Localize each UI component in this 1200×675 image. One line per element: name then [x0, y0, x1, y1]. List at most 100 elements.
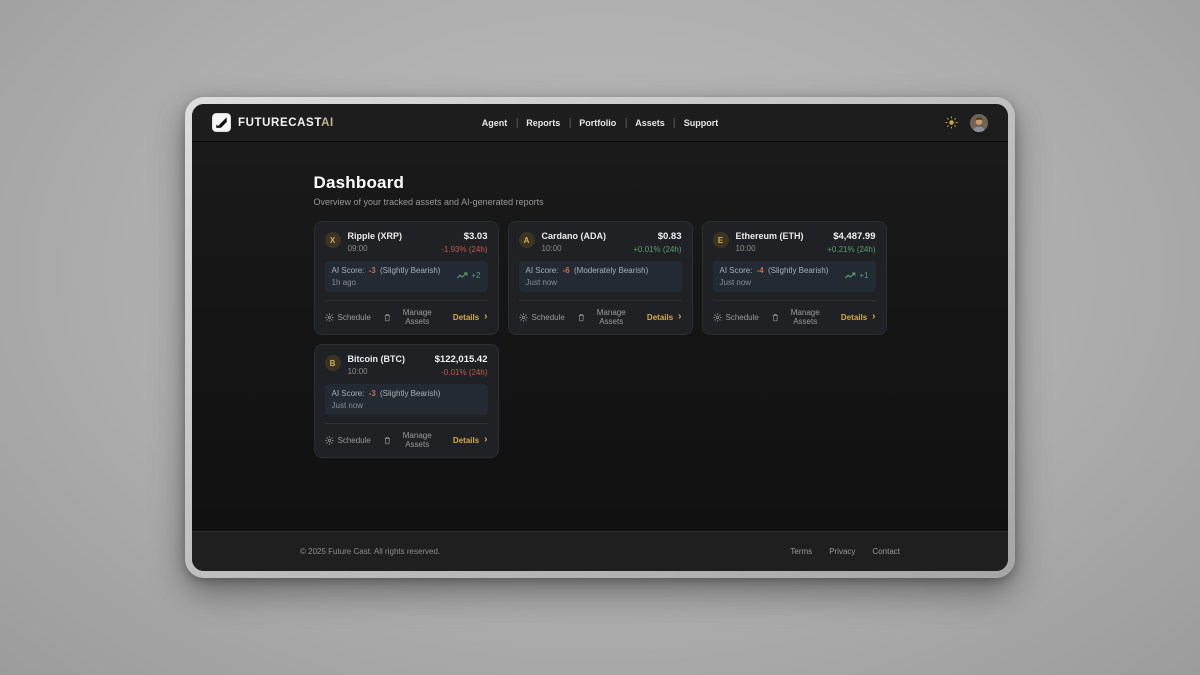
footer-link-terms[interactable]: Terms: [790, 547, 812, 556]
asset-name: Cardano (ADA): [542, 231, 607, 241]
asset-time: 10:00: [348, 367, 406, 376]
asset-card-ethereum: E Ethereum (ETH) 10:00 $4,487.99 +0.21% …: [702, 221, 887, 335]
manage-assets-button[interactable]: Manage Assets: [578, 308, 634, 326]
ai-score-panel: AI Score: -3 (Slightly Bearish) 1h ago +…: [325, 261, 488, 292]
nav-item-agent[interactable]: Agent: [482, 118, 508, 128]
trend-indicator: +2: [457, 266, 480, 280]
trash-icon: [384, 313, 391, 322]
asset-change: -1.93% (24h): [441, 245, 487, 254]
ai-updated: 1h ago: [332, 278, 441, 287]
asset-symbol-badge: B: [325, 355, 341, 371]
asset-time: 10:00: [542, 244, 607, 253]
ai-score-value: -3: [369, 266, 376, 275]
card-actions: Schedule Manage Assets Details›: [325, 423, 488, 449]
asset-symbol-badge: X: [325, 232, 341, 248]
page-title: Dashboard: [314, 173, 887, 193]
chevron-right-icon: ›: [872, 313, 875, 321]
ai-updated: Just now: [526, 278, 649, 287]
nav-item-assets[interactable]: Assets: [635, 118, 665, 128]
asset-change: +0.21% (24h): [827, 245, 875, 254]
user-avatar[interactable]: [970, 114, 988, 132]
ai-sentiment: (Slightly Bearish): [768, 266, 828, 275]
details-button[interactable]: Details›: [841, 313, 876, 322]
ai-sentiment: (Moderately Bearish): [574, 266, 648, 275]
asset-price: $122,015.42: [435, 354, 488, 365]
card-actions: Schedule Manage Assets Details›: [519, 300, 682, 326]
details-button[interactable]: Details›: [453, 436, 488, 445]
ai-updated: Just now: [720, 278, 829, 287]
footer-link-privacy[interactable]: Privacy: [829, 547, 855, 556]
asset-name: Ethereum (ETH): [736, 231, 804, 241]
ai-score-value: -3: [369, 389, 376, 398]
ai-sentiment: (Slightly Bearish): [380, 389, 440, 398]
card-actions: Schedule Manage Assets Details›: [325, 300, 488, 326]
trend-indicator: +1: [845, 266, 868, 280]
ai-sentiment: (Slightly Bearish): [380, 266, 440, 275]
manage-assets-button[interactable]: Manage Assets: [384, 431, 440, 449]
main-content: Dashboard Overview of your tracked asset…: [192, 142, 1008, 531]
manage-assets-button[interactable]: Manage Assets: [384, 308, 440, 326]
top-navbar: FUTURECASTAI Agent Reports Portfolio Ass…: [192, 104, 1008, 142]
chevron-right-icon: ›: [484, 436, 487, 444]
brand[interactable]: FUTURECASTAI: [212, 113, 334, 132]
gear-icon: [519, 313, 528, 322]
page-subtitle: Overview of your tracked assets and AI-g…: [314, 197, 887, 207]
nav-separator: [516, 118, 517, 128]
asset-price: $3.03: [441, 231, 487, 242]
chevron-right-icon: ›: [484, 313, 487, 321]
navbar-right-group: [944, 114, 988, 132]
device-frame: FUTURECASTAI Agent Reports Portfolio Ass…: [185, 97, 1015, 578]
gear-icon: [325, 436, 334, 445]
footer: © 2025 Future Cast. All rights reserved.…: [192, 531, 1008, 571]
asset-symbol-badge: A: [519, 232, 535, 248]
nav-item-portfolio[interactable]: Portfolio: [579, 118, 616, 128]
asset-time: 10:00: [736, 244, 804, 253]
trash-icon: [772, 313, 779, 322]
asset-symbol-badge: E: [713, 232, 729, 248]
ai-updated: Just now: [332, 401, 441, 410]
schedule-button[interactable]: Schedule: [519, 313, 565, 322]
copyright-text: © 2025 Future Cast. All rights reserved.: [300, 547, 440, 556]
ai-score-value: -4: [757, 266, 764, 275]
ai-score-panel: AI Score: -4 (Slightly Bearish) Just now…: [713, 261, 876, 292]
gear-icon: [325, 313, 334, 322]
schedule-button[interactable]: Schedule: [713, 313, 759, 322]
brand-name: FUTURECASTAI: [238, 117, 334, 129]
asset-name: Ripple (XRP): [348, 231, 403, 241]
ai-score-panel: AI Score: -3 (Slightly Bearish) Just now: [325, 384, 488, 415]
gear-icon: [713, 313, 722, 322]
trending-up-icon: [845, 272, 856, 280]
main-nav: Agent Reports Portfolio Assets Support: [482, 104, 719, 141]
asset-price: $0.83: [633, 231, 681, 242]
trash-icon: [384, 436, 391, 445]
footer-link-contact[interactable]: Contact: [872, 547, 900, 556]
brand-logo-icon: [212, 113, 231, 132]
asset-change: +0.01% (24h): [633, 245, 681, 254]
details-button[interactable]: Details›: [647, 313, 682, 322]
manage-assets-button[interactable]: Manage Assets: [772, 308, 828, 326]
ai-score-panel: AI Score: -6 (Moderately Bearish) Just n…: [519, 261, 682, 292]
asset-card-grid: X Ripple (XRP) 09:00 $3.03 -1.93% (24h) …: [314, 221, 887, 458]
trash-icon: [578, 313, 585, 322]
asset-card-ripple: X Ripple (XRP) 09:00 $3.03 -1.93% (24h) …: [314, 221, 499, 335]
details-button[interactable]: Details›: [453, 313, 488, 322]
schedule-button[interactable]: Schedule: [325, 313, 371, 322]
asset-price: $4,487.99: [827, 231, 875, 242]
nav-separator: [674, 118, 675, 128]
schedule-button[interactable]: Schedule: [325, 436, 371, 445]
chevron-right-icon: ›: [678, 313, 681, 321]
asset-change: -0.01% (24h): [435, 368, 488, 377]
asset-time: 09:00: [348, 244, 403, 253]
footer-links: Terms Privacy Contact: [790, 547, 900, 556]
theme-toggle-sun-icon[interactable]: [944, 116, 958, 130]
nav-separator: [625, 118, 626, 128]
asset-card-bitcoin: B Bitcoin (BTC) 10:00 $122,015.42 -0.01%…: [314, 344, 499, 458]
asset-card-cardano: A Cardano (ADA) 10:00 $0.83 +0.01% (24h)…: [508, 221, 693, 335]
nav-item-support[interactable]: Support: [684, 118, 719, 128]
ai-score-value: -6: [563, 266, 570, 275]
nav-separator: [569, 118, 570, 128]
card-actions: Schedule Manage Assets Details›: [713, 300, 876, 326]
nav-item-reports[interactable]: Reports: [526, 118, 560, 128]
trending-up-icon: [457, 272, 468, 280]
app-window: FUTURECASTAI Agent Reports Portfolio Ass…: [192, 104, 1008, 571]
